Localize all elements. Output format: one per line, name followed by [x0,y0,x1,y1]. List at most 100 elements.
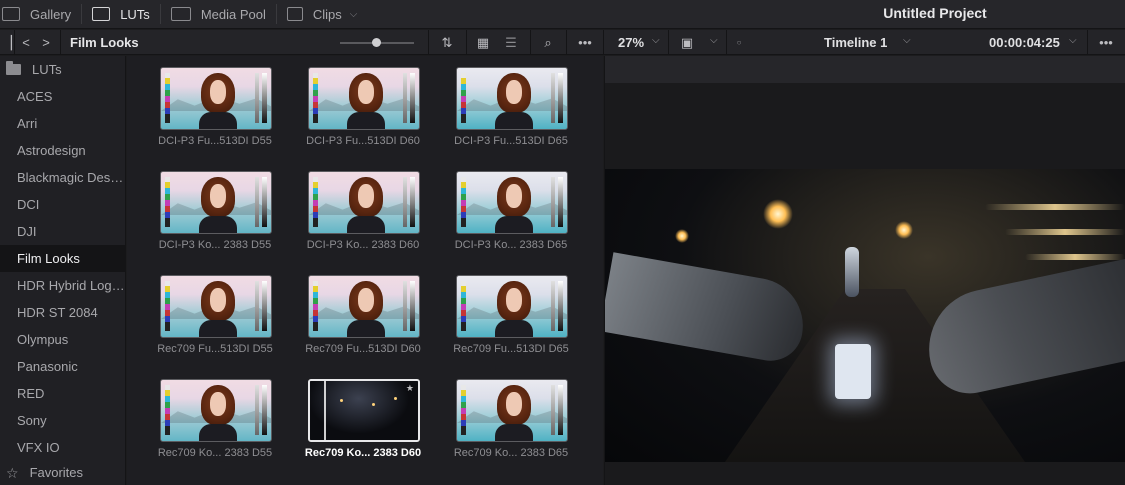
lut-thumbnail-item[interactable]: DCI-P3 Fu...513DI D55 [158,67,274,147]
sidebar-item-blackmagic[interactable]: Blackmagic Design [0,164,126,191]
gray-ramp [255,385,259,435]
lut-thumbnail-item[interactable]: ★ Rec709 Ko... 2383 D60 [305,379,422,459]
timeline-selector[interactable]: Timeline 1 [824,35,887,50]
lut-thumbnail-item[interactable]: DCI-P3 Fu...513DI D60 [306,67,422,147]
sidebar-item-film-looks[interactable]: Film Looks [0,245,126,272]
star-icon: ☆ [6,465,19,481]
forward-button[interactable]: > [38,30,54,55]
sidebar-item-panasonic[interactable]: Panasonic [0,353,126,380]
chevron-down-icon[interactable]: ⌵ [903,35,911,46]
lut-preview-image[interactable]: ★ [308,379,420,442]
clips-icon [286,7,303,21]
lut-thumbnail-item[interactable]: DCI-P3 Ko... 2383 D65 [455,171,570,251]
lut-preview-image[interactable] [308,67,420,130]
top-bar: Gallery LUTs Media Pool Clips ⌵ Untitled… [0,0,1125,29]
search-icon[interactable]: ⌕ [536,30,560,55]
lut-preview-image[interactable] [456,67,568,130]
portrait-face [506,392,522,416]
chevron-down-icon[interactable]: ⌵ [710,35,718,46]
lut-thumbnail-item[interactable]: Rec709 Ko... 2383 D55 [158,379,274,459]
tab-clips[interactable]: Clips ⌵ [277,0,368,29]
viewer-more-options-icon[interactable]: ••• [1092,30,1120,55]
sidebar-item-red[interactable]: RED [0,380,126,407]
portrait-face [210,184,226,208]
lut-label: Rec709 Ko... 2383 D60 [304,447,422,459]
portrait-body [495,112,533,129]
sidebar-item-favorites[interactable]: ☆ Favorites [0,461,126,485]
tab-gallery[interactable]: Gallery [0,0,81,29]
tab-luts[interactable]: LUTs [82,0,160,29]
gray-ramp [551,385,555,435]
lut-label: DCI-P3 Ko... 2383 D65 [454,239,568,251]
sort-icon[interactable]: ⇅ [432,30,462,55]
lut-preview-image[interactable] [160,67,272,130]
favorite-star-icon[interactable]: ★ [406,383,414,394]
left-arm [605,252,811,366]
lut-preview-image[interactable] [308,171,420,234]
lut-thumbnail-item[interactable]: DCI-P3 Fu...513DI D65 [454,67,570,147]
lut-label: Rec709 Ko... 2383 D55 [157,447,273,459]
back-button[interactable]: < [18,30,34,55]
lut-thumbnail-item[interactable]: Rec709 Fu...513DI D65 [453,275,570,355]
lut-label: DCI-P3 Ko... 2383 D55 [158,239,272,251]
portrait-body [347,112,385,129]
thumbnail-size-slider[interactable] [340,38,414,47]
divider [566,30,567,55]
gray-ramp [558,385,563,435]
light-dot [372,403,375,406]
lut-sidebar: LUTs ACES Arri Astrodesign Blackmagic De… [0,56,126,485]
lut-thumbnail-item[interactable]: Rec709 Fu...513DI D55 [157,275,274,355]
lut-grid: DCI-P3 Fu...513DI D55 DCI-P3 Fu...513DI D… [127,56,603,485]
sidebar-item-olympus[interactable]: Olympus [0,326,126,353]
portrait-body [199,112,237,129]
lut-preview-image[interactable] [160,379,272,442]
sidebar-item-sony[interactable]: Sony [0,407,126,434]
light-dot [394,397,397,400]
gray-ramp [410,177,415,227]
sidebar-item-aces[interactable]: ACES [0,83,126,110]
lut-preview-image[interactable] [160,275,272,338]
gray-ramp [410,281,415,331]
lut-preview-image[interactable] [308,275,420,338]
viewer-header-strip [605,56,1125,83]
gray-ramp [410,73,415,123]
more-options-icon[interactable]: ••• [572,30,598,55]
lut-label: DCI-P3 Fu...513DI D65 [454,135,568,147]
sidebar-item-hdr-hlg[interactable]: HDR Hybrid Log-Gamma [0,272,126,299]
chevron-down-icon[interactable]: ⌵ [652,35,660,46]
lut-thumbnail-item[interactable]: DCI-P3 Ko... 2383 D60 [307,171,422,251]
chevron-down-icon[interactable]: ⌵ [1069,35,1077,46]
tab-media-pool[interactable]: Media Pool [161,0,276,29]
gray-ramp [262,281,267,331]
lut-thumbnail-item[interactable]: Rec709 Fu...513DI D60 [305,275,422,355]
sidebar-toggle-icon[interactable]: ▕ [0,30,14,55]
color-chart-bars [165,177,170,227]
viewer-mode-icon[interactable]: ▣ [676,30,698,55]
sidebar-item-luts-root[interactable]: LUTs [0,56,126,83]
grid-view-icon[interactable]: ▦ [472,30,494,55]
sidebar-item-dci[interactable]: DCI [0,191,126,218]
lut-preview-image[interactable] [456,275,568,338]
list-view-icon[interactable]: ☰ [500,30,522,55]
portrait-face [358,80,374,104]
timecode-display[interactable]: 00:00:04:25 [989,35,1060,50]
gray-ramp [403,73,407,123]
sidebar-item-arri[interactable]: Arri [0,110,126,137]
lut-preview-image[interactable] [456,171,568,234]
divider [14,30,15,55]
color-chart-bars [165,385,170,435]
sidebar-item-hdr-st2084[interactable]: HDR ST 2084 [0,299,126,326]
sidebar-item-astrodesign[interactable]: Astrodesign [0,137,126,164]
portrait-face [506,184,522,208]
lut-thumbnail-item[interactable]: Rec709 Ko... 2383 D65 [454,379,570,459]
viewer-frame-image[interactable] [605,169,1125,462]
sidebar-item-vfx-io[interactable]: VFX IO [0,434,126,461]
slider-knob[interactable] [372,38,381,47]
zoom-level[interactable]: 27% [618,35,644,50]
lut-thumbnail-item[interactable]: DCI-P3 Ko... 2383 D55 [159,171,274,251]
portrait-face [506,80,522,104]
lut-preview-image[interactable] [160,171,272,234]
lut-preview-image[interactable] [456,379,568,442]
sidebar-item-dji[interactable]: DJI [0,218,126,245]
color-chart-bars [165,281,170,331]
